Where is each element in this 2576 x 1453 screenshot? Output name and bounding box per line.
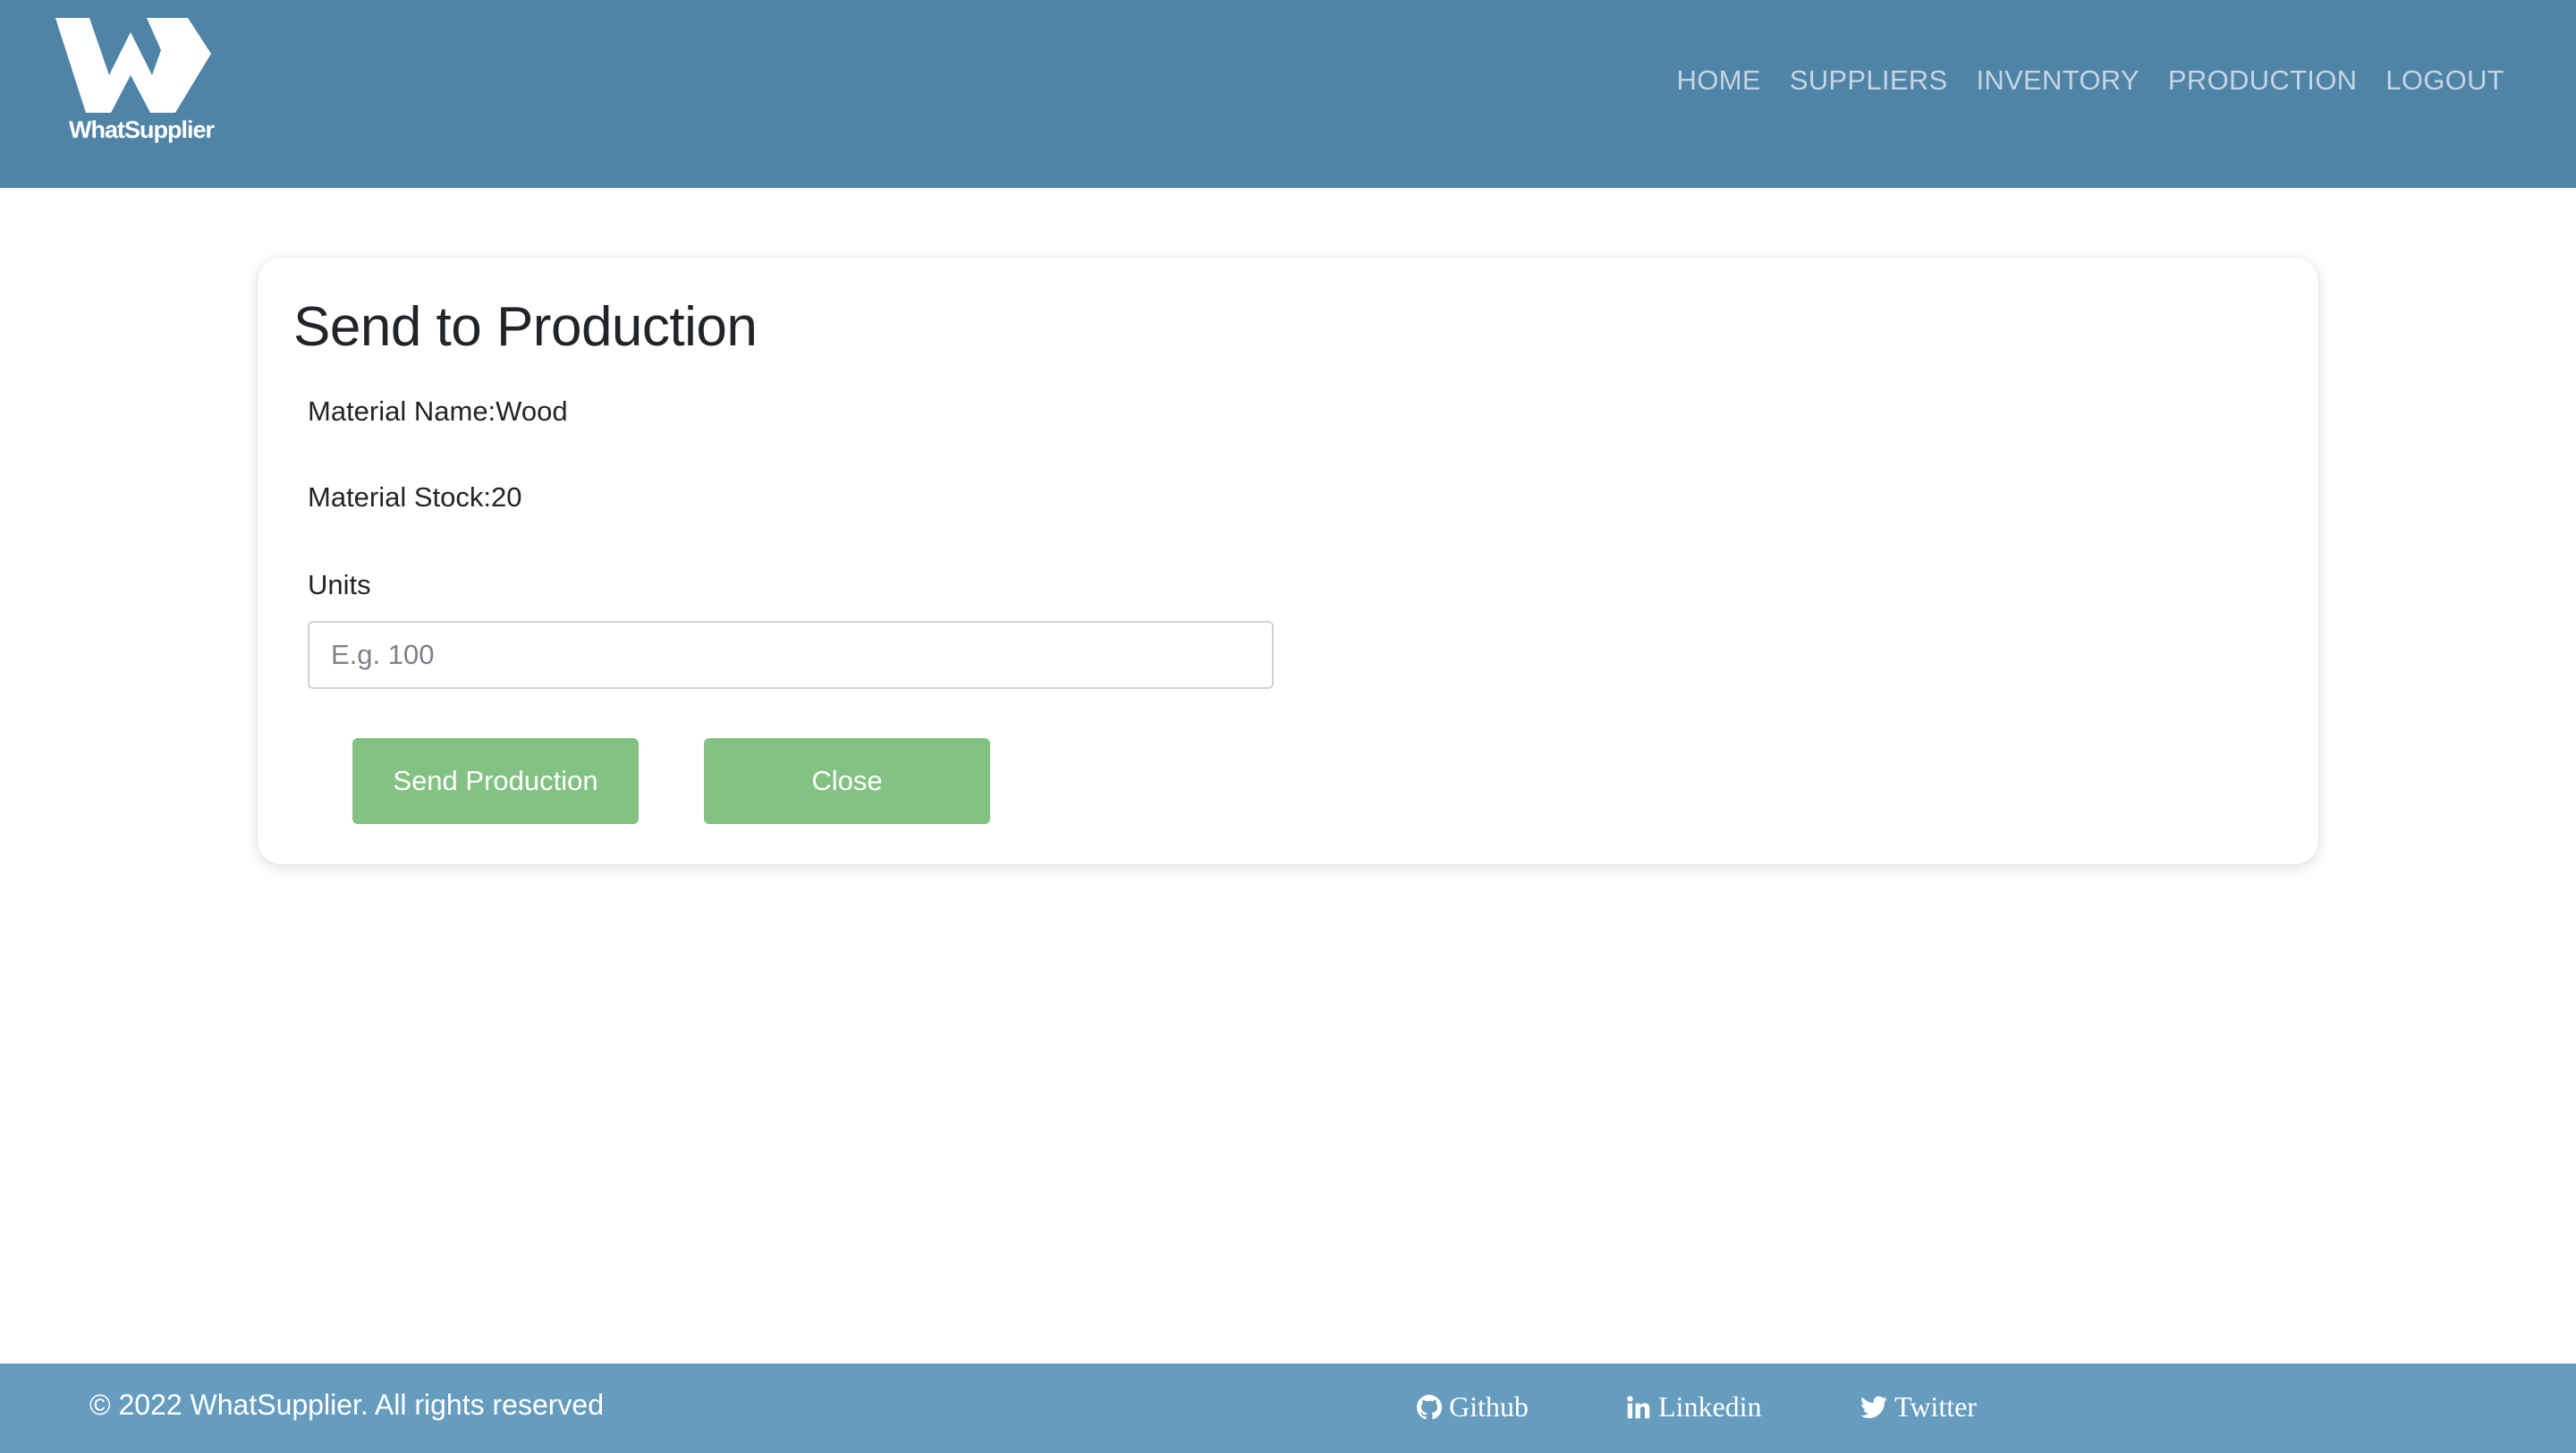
nav-logout[interactable]: LOGOUT [2385, 64, 2504, 97]
github-icon [1417, 1394, 1442, 1419]
material-name: Material Name:Wood [308, 395, 568, 427]
top-navbar: WhatSupplier HOME SUPPLIERS INVENTORY PR… [0, 0, 2576, 188]
copyright-text: © 2022 WhatSupplier. All rights reserved [89, 1389, 604, 1421]
units-label: Units [308, 569, 371, 600]
github-label: Github [1449, 1390, 1529, 1423]
nav-suppliers[interactable]: SUPPLIERS [1790, 64, 1948, 97]
material-stock: Material Stock:20 [308, 481, 522, 513]
nav-home[interactable]: HOME [1677, 64, 1761, 97]
whatsupplier-logo[interactable]: WhatSupplier [54, 16, 215, 159]
logo-w-icon [55, 18, 211, 113]
linkedin-link[interactable]: Linkedin [1626, 1390, 1762, 1423]
footer: © 2022 WhatSupplier. All rights reserved… [0, 1364, 2576, 1453]
nav-production[interactable]: PRODUCTION [2168, 64, 2357, 97]
units-input[interactable] [308, 621, 1274, 689]
twitter-icon [1860, 1396, 1887, 1418]
nav-inventory[interactable]: INVENTORY [1976, 64, 2139, 97]
send-production-button[interactable]: Send Production [352, 738, 639, 824]
linkedin-icon [1627, 1395, 1650, 1418]
main-nav: HOME SUPPLIERS INVENTORY PRODUCTION LOGO… [1677, 64, 2504, 97]
logo-text: WhatSupplier [69, 116, 215, 143]
linkedin-label: Linkedin [1658, 1390, 1762, 1423]
send-to-production-card: Send to Production Material Name:Wood Ma… [258, 258, 2318, 864]
twitter-label: Twitter [1894, 1390, 1977, 1423]
close-button[interactable]: Close [704, 738, 990, 824]
twitter-link[interactable]: Twitter [1860, 1390, 1977, 1423]
github-link[interactable]: Github [1417, 1390, 1529, 1423]
page-title: Send to Production [293, 296, 758, 358]
